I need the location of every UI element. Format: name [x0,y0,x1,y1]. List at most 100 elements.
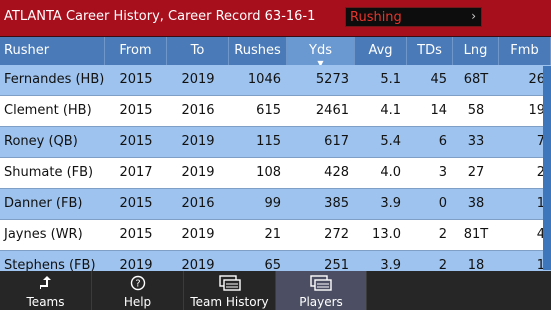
bottom-tab-bar: Teams ? Help Team History Players [0,271,551,310]
cell-rushes: 99 [264,196,281,211]
column-header-label: TDs [417,43,442,58]
cell-yds: 617 [324,134,349,149]
cell-avg: 13.0 [372,227,401,242]
cell-yds: 5273 [315,72,349,87]
cell-rushes: 65 [264,258,281,271]
cell-avg: 5.1 [380,72,401,87]
cell-from: 2015 [119,103,153,118]
stats-table-body: Fernandes (HB) 2015 2019 1046 5273 5.1 45 68T 26… [0,65,551,271]
table-row[interactable]: Stephens (FB) 2019 2019 65 251 3.9 2 18 1 [0,251,551,271]
tab-players[interactable]: Players [276,271,367,310]
cell-fmb: 7 [536,134,545,149]
cell-from: 2019 [119,258,153,271]
cell-avg: 3.9 [380,258,401,271]
column-header-rushes[interactable]: Rushes [229,37,287,65]
tab-label: Teams [26,295,65,309]
tab-label: Players [299,295,343,309]
cell-rushes: 615 [256,103,281,118]
cell-fmb: 26 [528,72,545,87]
column-header-lng[interactable]: Lng [453,37,499,65]
table-row[interactable]: Roney (QB) 2015 2019 115 617 5.4 6 33 7 [0,127,551,158]
column-header-to[interactable]: To [167,37,229,65]
cell-fmb: 4 [536,227,545,242]
cell-tds: 6 [438,134,447,149]
cell-yds: 2461 [315,103,349,118]
column-header-label: Fmb [510,43,539,58]
cell-from: 2015 [119,227,153,242]
stat-category-dropdown[interactable]: Rushing › [345,7,482,27]
question-icon: ? [92,274,183,292]
title-bar: ATLANTA Career History, Career Record 63… [0,0,551,37]
cell-tds: 14 [430,103,447,118]
cell-from: 2015 [119,72,153,87]
column-header-label: Yds [309,43,332,58]
column-header-label: Rusher [4,43,50,58]
cell-rusher: Fernandes (HB) [4,72,105,87]
tab-label: Team History [190,295,269,309]
cell-rushes: 115 [256,134,281,149]
table-row[interactable]: Clement (HB) 2015 2016 615 2461 4.1 14 58 19 [0,96,551,127]
table-row[interactable]: Danner (FB) 2015 2016 99 385 3.9 0 38 1 [0,189,551,220]
cell-tds: 3 [438,165,447,180]
cell-from: 2015 [119,134,153,149]
dropdown-value: Rushing [350,10,402,25]
cell-to: 2016 [181,196,215,211]
cell-tds: 45 [430,72,447,87]
column-header-tds[interactable]: TDs [407,37,453,65]
cell-avg: 4.0 [380,165,401,180]
table-row[interactable]: Fernandes (HB) 2015 2019 1046 5273 5.1 45 68T 26 [0,65,551,96]
cell-lng: 58 [467,103,485,118]
cell-rushes: 21 [264,227,281,242]
cell-rusher: Shumate (FB) [4,165,94,180]
cell-rusher: Jaynes (WR) [4,227,83,242]
cell-lng: 38 [467,196,485,211]
cell-from: 2015 [119,196,153,211]
column-header-label: From [119,43,152,58]
table-header: Rusher From To Rushes Yds ▼ Avg TDs Lng Fmb [0,37,551,68]
column-header-from[interactable]: From [105,37,167,65]
cell-yds: 428 [324,165,349,180]
cell-tds: 2 [438,227,447,242]
column-header-yds[interactable]: Yds ▼ [287,37,355,68]
tab-team-history[interactable]: Team History [184,271,276,310]
cell-rusher: Roney (QB) [4,134,78,149]
cell-fmb: 1 [536,258,545,271]
cell-to: 2016 [181,103,215,118]
cell-fmb: 2 [536,165,545,180]
chevron-right-icon: › [471,9,476,23]
back-arrow-icon [0,274,91,292]
cell-tds: 2 [438,258,447,271]
cell-fmb: 19 [528,103,545,118]
column-header-avg[interactable]: Avg [355,37,407,65]
cell-to: 2019 [181,134,215,149]
cell-from: 2017 [119,165,153,180]
column-header-rusher[interactable]: Rusher [0,37,105,65]
cell-yds: 385 [324,196,349,211]
cell-avg: 3.9 [380,196,401,211]
cell-lng: 81T [463,227,489,242]
scrollbar[interactable] [543,66,551,270]
cell-rushes: 108 [256,165,281,180]
tab-teams[interactable]: Teams [0,271,92,310]
svg-text:?: ? [135,279,140,290]
cell-avg: 5.4 [380,134,401,149]
cell-avg: 4.1 [380,103,401,118]
cell-to: 2019 [181,227,215,242]
column-header-label: To [190,43,205,58]
cell-yds: 251 [324,258,349,271]
table-row[interactable]: Jaynes (WR) 2015 2019 21 272 13.0 2 81T 4 [0,220,551,251]
cell-lng: 68T [463,72,489,87]
tab-help[interactable]: ? Help [92,271,184,310]
cell-yds: 272 [324,227,349,242]
tab-label: Help [123,295,152,309]
column-header-label: Rushes [234,43,281,58]
cell-rusher: Stephens (FB) [4,258,96,271]
cell-fmb: 1 [536,196,545,211]
cards-icon [184,274,275,292]
column-header-label: Avg [368,43,393,58]
cell-lng: 33 [467,134,485,149]
cell-tds: 0 [438,196,447,211]
table-row[interactable]: Shumate (FB) 2017 2019 108 428 4.0 3 27 2 [0,158,551,189]
column-header-label: Lng [463,43,488,58]
column-header-fmb[interactable]: Fmb [499,37,551,65]
